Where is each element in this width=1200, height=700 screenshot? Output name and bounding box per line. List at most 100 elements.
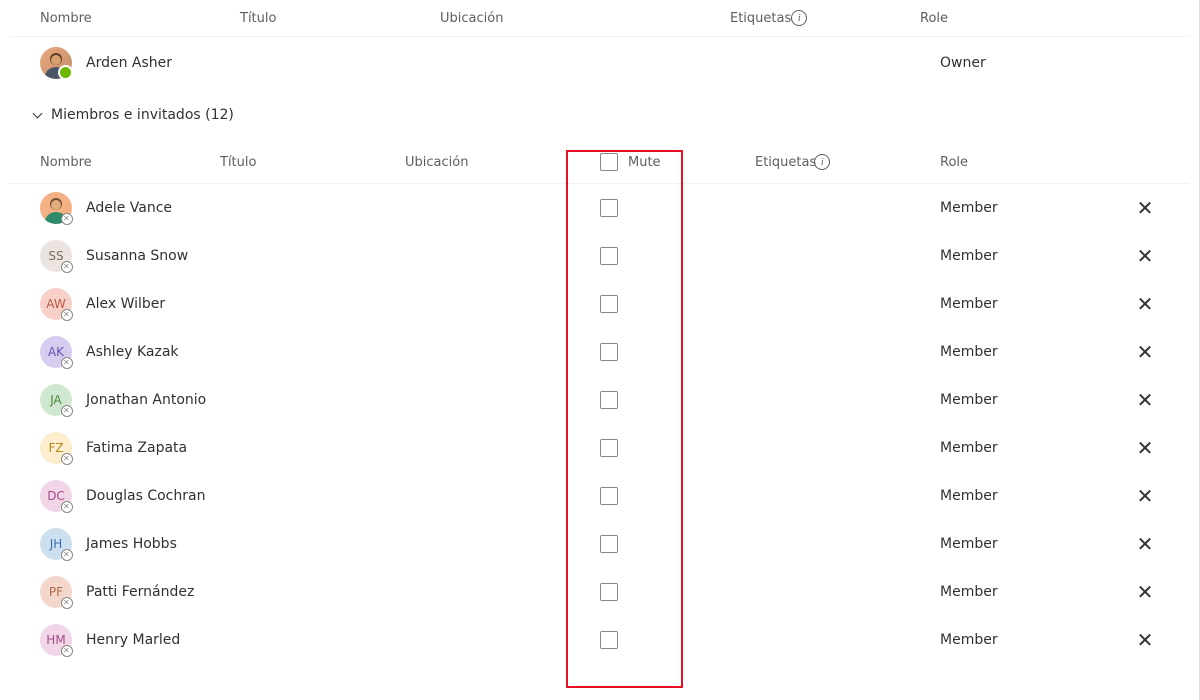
member-name: James Hobbs [86,536,177,552]
remove-member-button[interactable]: ✕ [1125,582,1165,602]
presence-offline-icon [61,213,73,225]
member-row: Adele Vance Member✕ [10,184,1189,232]
close-icon: ✕ [1137,342,1154,362]
mute-checkbox[interactable] [600,535,618,553]
member-row: PF Patti Fernández Member✕ [10,568,1189,616]
owner-name: Arden Asher [86,55,172,71]
member-row: HM Henry Marled Member ✕ [10,616,1189,664]
role-cell[interactable]: Member [940,392,1125,408]
members-management-panel: Nombre Título Ubicación Etiquetas i Role… [0,0,1200,700]
member-name: Jonathan Antonio [86,392,206,408]
mute-checkbox[interactable] [600,343,618,361]
role-cell[interactable]: Member [940,296,1125,312]
mute-checkbox[interactable] [600,247,618,265]
avatar: DC [40,480,72,512]
presence-offline-icon [61,405,73,417]
presence-available-icon [58,65,73,80]
mute-checkbox[interactable] [600,439,618,457]
member-row: JA Jonathan Antonio Member✕ [10,376,1189,424]
presence-offline-icon [61,453,73,465]
remove-member-button[interactable]: ✕ [1125,630,1165,650]
close-icon: ✕ [1137,486,1154,506]
member-row: AW Alex Wilber Member ✕ [10,280,1189,328]
col-header-mute: Mute [590,153,755,171]
info-icon[interactable]: i [791,10,807,26]
presence-offline-icon [61,501,73,513]
presence-offline-icon [61,261,73,273]
avatar: PF [40,576,72,608]
owner-role[interactable]: Owner [940,55,1120,71]
col-header-title: Título [240,11,440,26]
avatar: JA [40,384,72,416]
member-name: Alex Wilber [86,296,165,312]
col-header-name: Nombre [40,155,220,170]
member-name: Henry Marled [86,632,180,648]
avatar: AW [40,288,72,320]
avatar [40,47,72,79]
member-row: SS Susanna Snow Member ✕ [10,232,1189,280]
role-cell[interactable]: Member [940,344,1125,360]
remove-member-button[interactable]: ✕ [1125,438,1165,458]
close-icon: ✕ [1137,294,1154,314]
mute-all-checkbox[interactable] [600,153,618,171]
presence-offline-icon [61,357,73,369]
col-header-tags: Etiquetas i [755,154,940,170]
member-name: Fatima Zapata [86,440,187,456]
col-header-tags: Etiquetas i [730,10,920,26]
remove-member-button[interactable]: ✕ [1125,486,1165,506]
avatar: HM [40,624,72,656]
presence-offline-icon [61,309,73,321]
mute-checkbox[interactable] [600,631,618,649]
avatar [40,192,72,224]
section-label: Miembros e invitados (12) [51,107,234,123]
avatar: AK [40,336,72,368]
info-icon[interactable]: i [814,154,830,170]
presence-offline-icon [61,597,73,609]
close-icon: ✕ [1137,246,1154,266]
col-header-role: Role [920,11,1100,26]
tags-label: Etiquetas [755,155,816,170]
mute-checkbox[interactable] [600,583,618,601]
member-row: DC Douglas Cochran Member ✕ [10,472,1189,520]
member-name: Susanna Snow [86,248,188,264]
role-cell[interactable]: Member [940,248,1125,264]
avatar: SS [40,240,72,272]
close-icon: ✕ [1137,630,1154,650]
role-cell[interactable]: Member [940,488,1125,504]
remove-member-button[interactable]: ✕ [1125,342,1165,362]
close-icon: ✕ [1137,534,1154,554]
avatar: JH [40,528,72,560]
mute-checkbox[interactable] [600,199,618,217]
presence-offline-icon [61,549,73,561]
role-cell[interactable]: Member [940,200,1125,216]
remove-member-button[interactable]: ✕ [1125,198,1165,218]
role-cell[interactable]: Member [940,536,1125,552]
mute-checkbox[interactable] [600,391,618,409]
col-header-name: Nombre [40,11,240,26]
presence-offline-icon [61,645,73,657]
members-section-toggle[interactable]: Miembros e invitados (12) [10,89,1189,141]
member-row: JH James Hobbs Member ✕ [10,520,1189,568]
remove-member-button[interactable]: ✕ [1125,534,1165,554]
remove-member-button[interactable]: ✕ [1125,246,1165,266]
member-row: AK Ashley Kazak Member ✕ [10,328,1189,376]
role-cell[interactable]: Member [940,632,1125,648]
role-cell[interactable]: Member [940,440,1125,456]
col-header-location: Ubicación [405,155,590,170]
owners-header-row: Nombre Título Ubicación Etiquetas i Role [10,0,1189,37]
col-header-role: Role [940,155,1125,170]
avatar: FZ [40,432,72,464]
member-name: Patti Fernández [86,584,194,600]
owner-row: Arden Asher Owner [10,37,1189,89]
member-name: Adele Vance [86,200,172,216]
role-cell[interactable]: Member [940,584,1125,600]
member-name: Douglas Cochran [86,488,205,504]
close-icon: ✕ [1137,438,1154,458]
mute-checkbox[interactable] [600,295,618,313]
mute-label: Mute [628,155,661,170]
member-row: FZ Fatima Zapata Member ✕ [10,424,1189,472]
member-name: Ashley Kazak [86,344,179,360]
mute-checkbox[interactable] [600,487,618,505]
remove-member-button[interactable]: ✕ [1125,294,1165,314]
remove-member-button[interactable]: ✕ [1125,390,1165,410]
